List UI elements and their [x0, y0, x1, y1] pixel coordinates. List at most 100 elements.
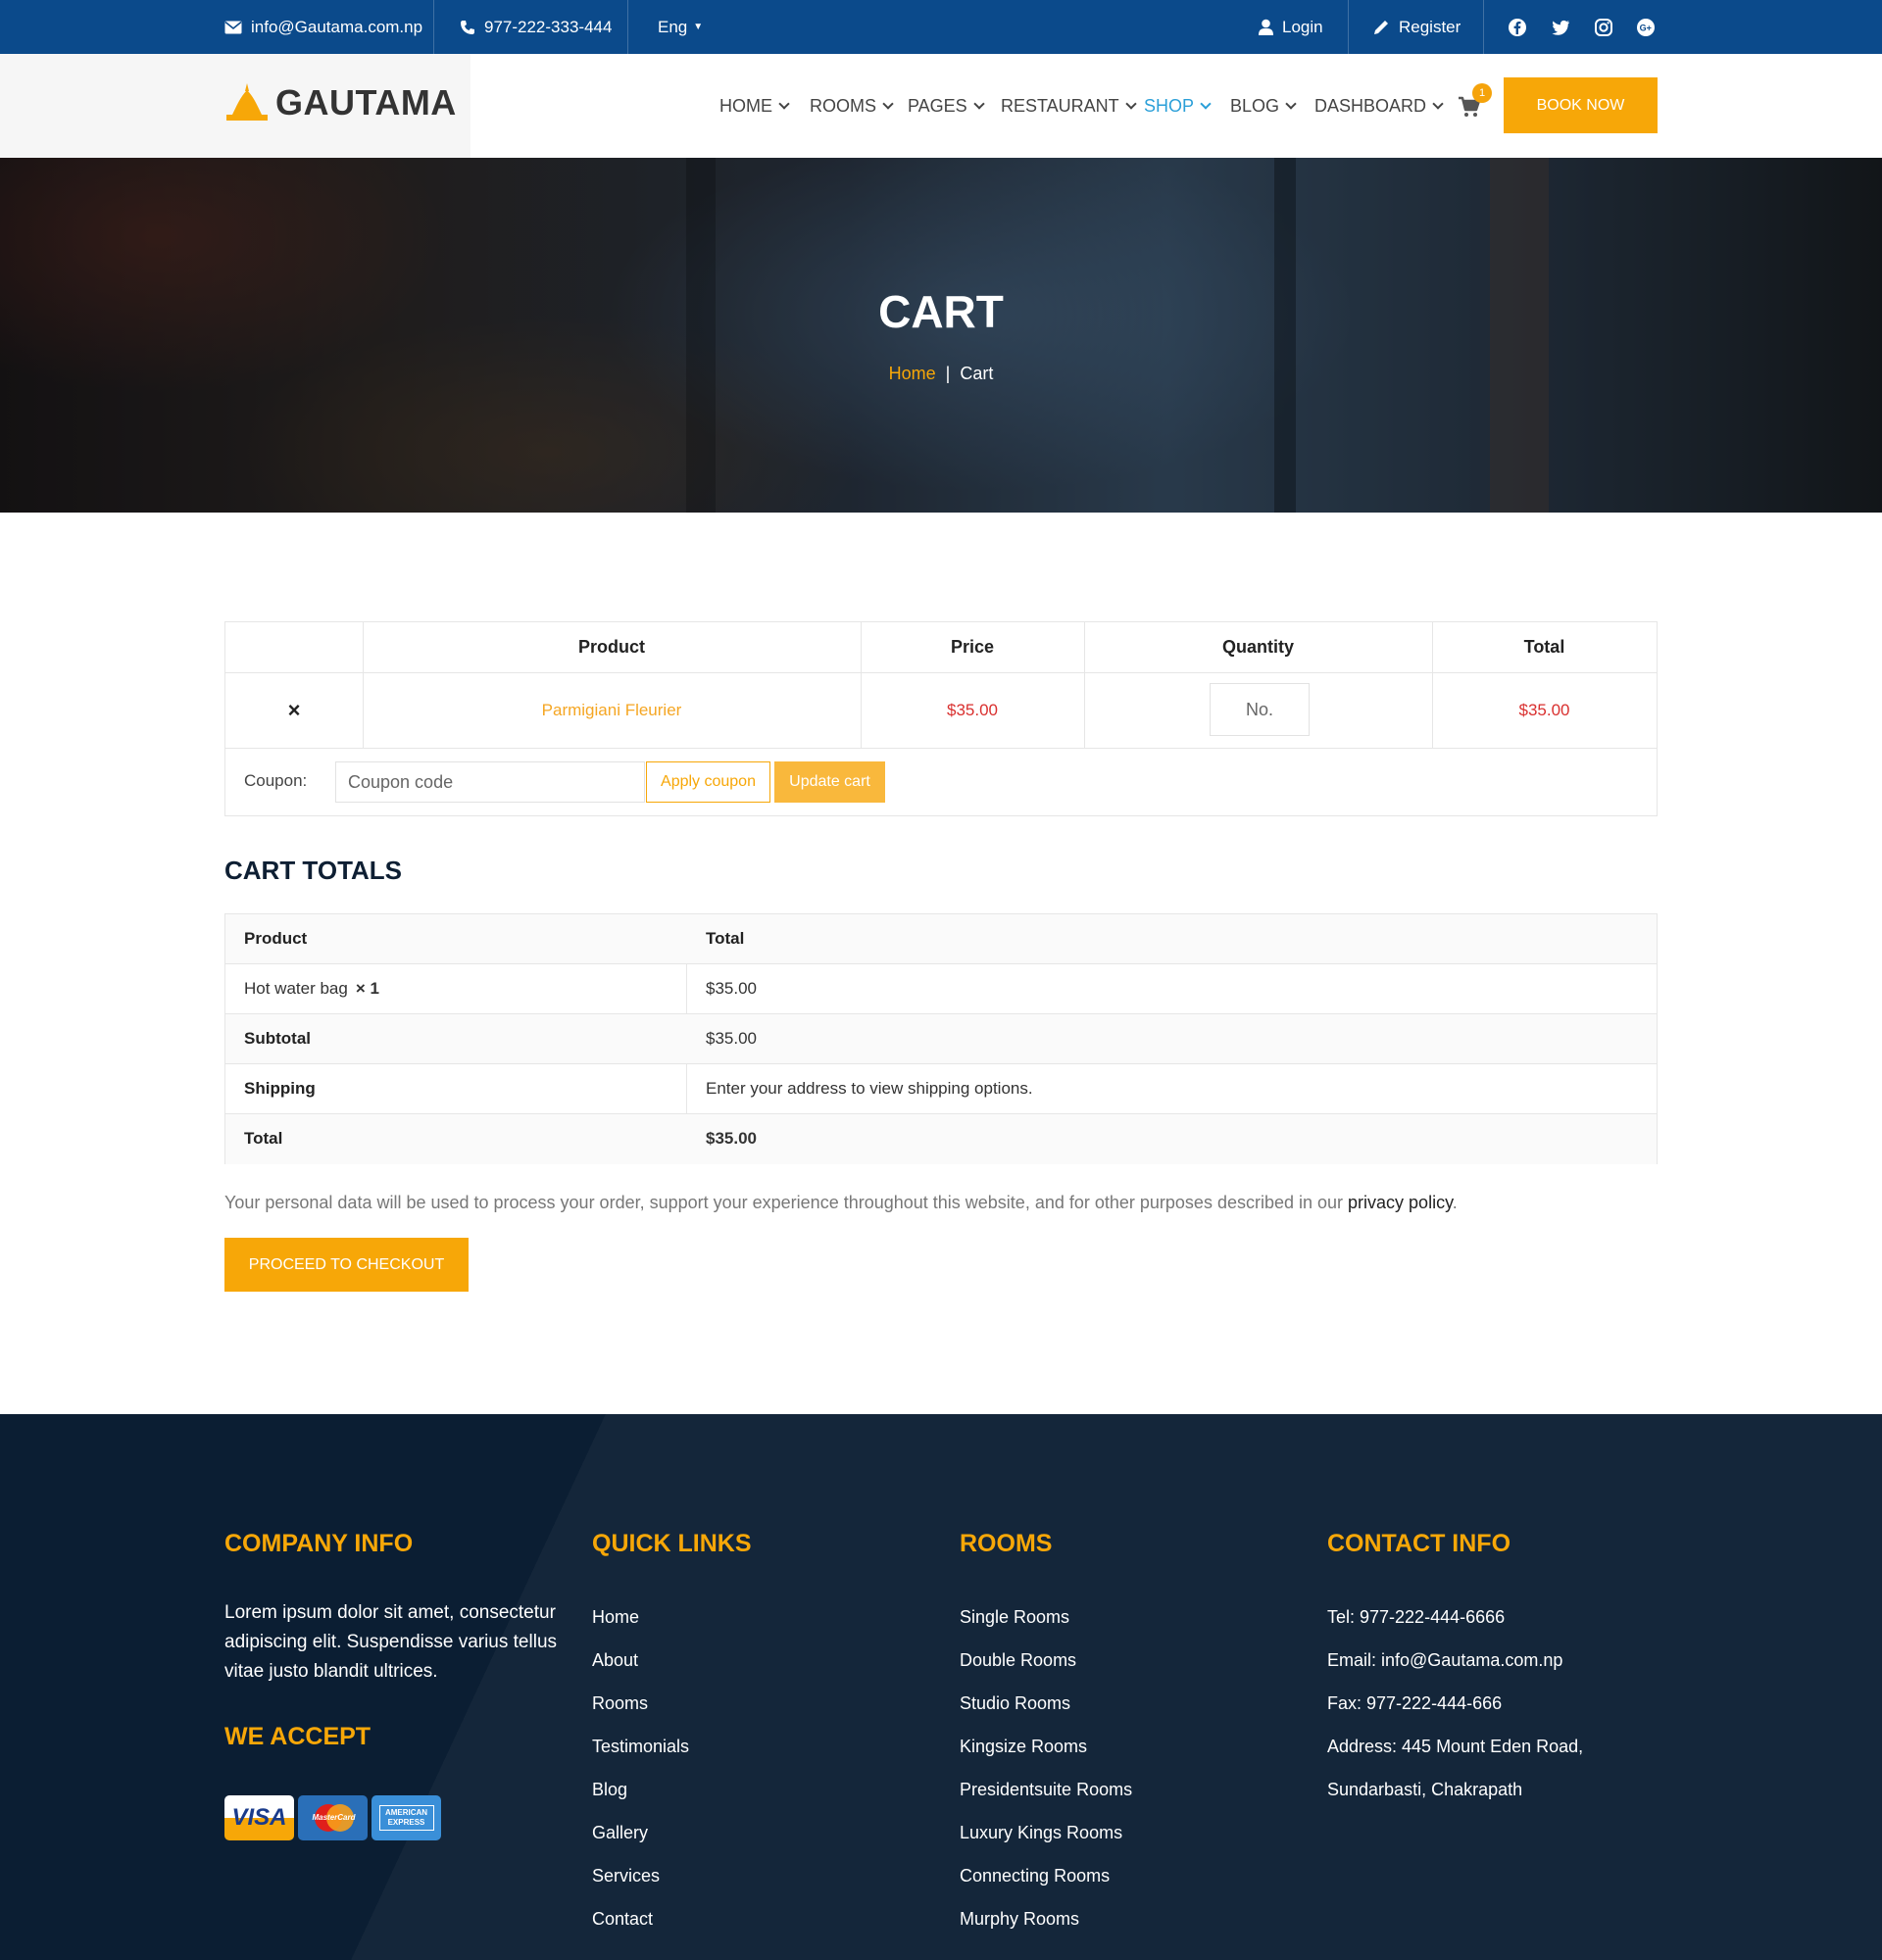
- temple-icon: [226, 83, 268, 121]
- footer-room-link[interactable]: Presidentsuite Rooms: [960, 1780, 1132, 1800]
- privacy-end: .: [1452, 1193, 1458, 1212]
- footer-link-gallery[interactable]: Gallery: [592, 1823, 648, 1843]
- caret-down-icon: ▼: [693, 22, 704, 32]
- product-total: $35.00: [1518, 701, 1570, 719]
- language-label: Eng: [658, 17, 688, 36]
- breadcrumb-separator: |: [945, 364, 951, 383]
- coupon-label: Coupon:: [244, 771, 308, 790]
- login-label: Login: [1282, 17, 1323, 36]
- visa-card-icon: VISA: [224, 1795, 294, 1840]
- footer-room-link[interactable]: Connecting Rooms: [960, 1866, 1110, 1886]
- nav-item-rooms[interactable]: ROOMS: [810, 96, 894, 117]
- footer-room-link[interactable]: Murphy Rooms: [960, 1909, 1079, 1930]
- topbar-phone[interactable]: 977-222-333-444: [460, 0, 612, 54]
- footer-link-about[interactable]: About: [592, 1650, 638, 1671]
- footer-link-services[interactable]: Services: [592, 1866, 660, 1886]
- total-label: Total: [244, 1129, 283, 1148]
- instagram-icon[interactable]: [1594, 18, 1613, 37]
- topbar-divider: [1348, 0, 1349, 54]
- google-plus-icon[interactable]: G+: [1636, 18, 1656, 37]
- footer-contact-email: Email: info@Gautama.com.np: [1327, 1650, 1563, 1670]
- language-selector[interactable]: Eng ▼: [658, 0, 703, 54]
- table-row: Total $35.00: [225, 1114, 1657, 1164]
- footer-room-link[interactable]: Luxury Kings Rooms: [960, 1823, 1122, 1843]
- footer-room-link[interactable]: Studio Rooms: [960, 1693, 1070, 1714]
- footer-contact-title: CONTACT INFO: [1327, 1530, 1511, 1557]
- footer-link-testimonials[interactable]: Testimonials: [592, 1737, 689, 1757]
- breadcrumb-current: Cart: [960, 364, 994, 383]
- main-navbar: GAUTAMA HOME ROOMS PAGES RESTAURANT SHOP…: [0, 54, 1882, 158]
- top-bar: info@Gautama.com.np 977-222-333-444 Eng …: [0, 0, 1882, 54]
- cart-table: Product Price Quantity Total × Parmigian…: [224, 621, 1658, 816]
- chevron-down-icon: [1285, 98, 1297, 110]
- cart-totals-table: Product Total Hot water bag × 1 $35.00 S…: [224, 913, 1658, 1164]
- register-label: Register: [1399, 17, 1461, 36]
- topbar-divider: [627, 0, 628, 54]
- nav-item-dashboard[interactable]: DASHBOARD: [1314, 96, 1444, 117]
- chevron-down-icon: [1200, 98, 1212, 110]
- register-link[interactable]: Register: [1373, 0, 1461, 54]
- footer-link-blog[interactable]: Blog: [592, 1780, 627, 1800]
- amex-card-label: AMERICAN EXPRESS: [378, 1805, 434, 1831]
- table-row: Product Total: [225, 914, 1657, 964]
- cart-totals-title: CART TOTALS: [224, 856, 403, 885]
- column-header-product: Product: [577, 637, 645, 657]
- privacy-policy-link[interactable]: privacy policy: [1348, 1193, 1453, 1212]
- shipping-value: Enter your address to view shipping opti…: [706, 1079, 1033, 1098]
- nav-item-restaurant[interactable]: RESTAURANT: [1001, 96, 1137, 117]
- footer-contact-address: Address: 445 Mount Eden Road,: [1327, 1737, 1584, 1756]
- login-link[interactable]: Login: [1259, 0, 1323, 54]
- nav-item-home[interactable]: HOME: [719, 96, 790, 117]
- nav-label: SHOP: [1144, 96, 1195, 116]
- chevron-down-icon: [1125, 98, 1137, 110]
- topbar-phone-text: 977-222-333-444: [484, 17, 613, 36]
- mastercard-label: MasterCard: [312, 1813, 356, 1822]
- book-now-button[interactable]: BOOK NOW: [1504, 77, 1658, 133]
- total-value: $35.00: [706, 1129, 757, 1148]
- footer-accept-title: WE ACCEPT: [224, 1723, 371, 1750]
- privacy-notice: Your personal data will be used to proce…: [224, 1193, 1458, 1213]
- product-link[interactable]: Parmigiani Fleurier: [363, 673, 861, 748]
- nav-item-shop[interactable]: SHOP: [1144, 96, 1212, 117]
- footer-contact-tel: Tel: 977-222-444-6666: [1327, 1607, 1506, 1627]
- proceed-to-checkout-button[interactable]: PROCEED TO CHECKOUT: [224, 1238, 469, 1292]
- footer-room-link[interactable]: Single Rooms: [960, 1607, 1069, 1628]
- topbar-email[interactable]: info@Gautama.com.np: [224, 0, 422, 54]
- totals-item-qty: × 1: [355, 979, 379, 998]
- footer-room-link[interactable]: Double Rooms: [960, 1650, 1076, 1671]
- chevron-down-icon: [882, 98, 894, 110]
- totals-item: Hot water bag × 1: [244, 964, 379, 1013]
- update-cart-button[interactable]: Update cart: [774, 761, 885, 803]
- svg-text:G+: G+: [1640, 24, 1652, 33]
- page-hero: CART Home | Cart: [0, 158, 1882, 513]
- breadcrumb-home-link[interactable]: Home: [889, 364, 936, 383]
- table-row: Subtotal $35.00: [225, 1014, 1657, 1064]
- facebook-icon[interactable]: [1508, 18, 1527, 37]
- footer-link-home[interactable]: Home: [592, 1607, 639, 1628]
- table-row: × Parmigiani Fleurier $35.00 $35.00: [225, 673, 1657, 748]
- site-footer: COMPANY INFO Lorem ipsum dolor sit amet,…: [0, 1414, 1882, 1960]
- mastercard-circles: MasterCard: [311, 1804, 356, 1832]
- table-row: Shipping Enter your address to view ship…: [225, 1064, 1657, 1114]
- envelope-icon: [224, 21, 242, 33]
- footer-room-link[interactable]: Kingsize Rooms: [960, 1737, 1087, 1757]
- chevron-down-icon: [778, 98, 790, 110]
- remove-item-icon[interactable]: ×: [225, 673, 363, 748]
- twitter-icon[interactable]: [1551, 18, 1570, 37]
- footer-link-contact[interactable]: Contact: [592, 1909, 653, 1930]
- visa-card-label: VISA: [231, 1804, 287, 1831]
- nav-item-blog[interactable]: BLOG: [1230, 96, 1297, 117]
- coupon-input[interactable]: Coupon code: [335, 761, 645, 803]
- subtotal-label: Subtotal: [244, 1029, 311, 1048]
- footer-link-rooms[interactable]: Rooms: [592, 1693, 648, 1714]
- totals-header-total: Total: [706, 929, 745, 948]
- nav-item-pages[interactable]: PAGES: [908, 96, 985, 117]
- pencil-icon: [1374, 21, 1388, 34]
- nav-label: RESTAURANT: [1001, 96, 1119, 116]
- quantity-input[interactable]: No.: [1210, 683, 1310, 736]
- nav-label: ROOMS: [810, 96, 877, 116]
- site-logo[interactable]: GAUTAMA: [224, 81, 457, 124]
- phone-icon: [461, 20, 474, 34]
- apply-coupon-button[interactable]: Apply coupon: [646, 761, 770, 803]
- footer-contact-address-2: Sundarbasti, Chakrapath: [1327, 1780, 1523, 1799]
